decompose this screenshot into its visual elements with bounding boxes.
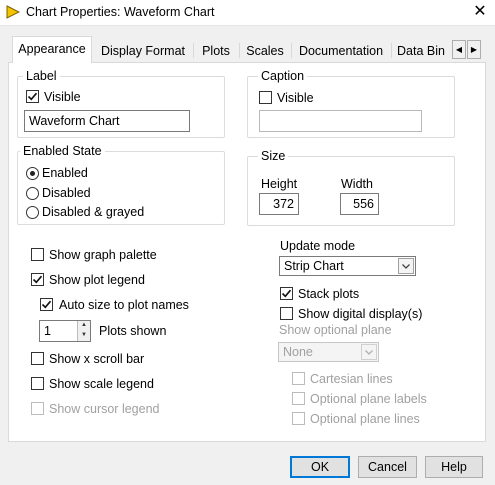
tab-plots[interactable]: Plots — [196, 39, 236, 62]
show-digital-display-label: Show digital display(s) — [298, 307, 423, 321]
stack-plots-label: Stack plots — [298, 287, 360, 301]
stack-plots-checkbox[interactable] — [280, 287, 293, 300]
height-label: Height — [261, 177, 298, 191]
help-button[interactable]: Help — [425, 456, 483, 478]
tab-scroll-right-icon[interactable]: ▶ — [467, 40, 481, 59]
optional-plane-labels-label: Optional plane labels — [310, 392, 427, 406]
disabled-radio-label: Disabled — [42, 186, 91, 200]
label-visible-label: Visible — [44, 90, 81, 104]
show-cursor-legend-checkbox — [31, 402, 44, 415]
plots-shown-stepper[interactable]: 1 ▲ ▼ — [39, 320, 91, 342]
tab-scales[interactable]: Scales — [242, 39, 288, 62]
caption-group-title: Caption — [258, 69, 308, 83]
ok-button[interactable]: OK — [290, 456, 350, 478]
caption-visible-checkbox[interactable] — [259, 91, 272, 104]
update-mode-select[interactable]: Strip Chart — [279, 256, 416, 276]
cancel-button[interactable]: Cancel — [358, 456, 417, 478]
enabled-radio-label: Enabled — [42, 166, 88, 180]
show-scale-legend-label: Show scale legend — [49, 377, 154, 391]
title-bar: Chart Properties: Waveform Chart ✕ — [0, 0, 495, 26]
tab-divider — [391, 43, 392, 58]
label-visible-checkbox[interactable] — [26, 90, 39, 103]
tab-documentation[interactable]: Documentation — [294, 39, 388, 62]
disabled-grayed-radio[interactable] — [26, 206, 39, 219]
checkmark-icon — [41, 300, 52, 309]
size-group — [247, 156, 455, 226]
enabled-radio[interactable] — [26, 167, 39, 180]
width-field[interactable]: 556 — [340, 193, 379, 215]
stepper-up-icon[interactable]: ▲ — [77, 321, 90, 331]
show-x-scroll-bar-label: Show x scroll bar — [49, 352, 145, 366]
checkmark-icon — [281, 289, 292, 298]
optional-plane-lines-checkbox — [292, 412, 305, 425]
plots-shown-label: Plots shown — [99, 324, 167, 338]
radio-dot-icon — [30, 171, 35, 176]
show-scale-legend-checkbox[interactable] — [31, 377, 44, 390]
auto-size-label: Auto size to plot names — [59, 298, 189, 312]
size-group-title: Size — [258, 149, 289, 163]
window-title: Chart Properties: Waveform Chart — [26, 5, 215, 19]
disabled-grayed-radio-label: Disabled & grayed — [42, 205, 145, 219]
show-plot-legend-label: Show plot legend — [49, 273, 145, 287]
show-cursor-legend-label: Show cursor legend — [49, 402, 160, 416]
height-field[interactable]: 372 — [259, 193, 299, 215]
stepper-down-icon[interactable]: ▼ — [77, 331, 90, 341]
labview-triangle-icon — [6, 5, 20, 19]
show-digital-display-checkbox[interactable] — [280, 307, 293, 320]
optional-plane-value: None — [283, 345, 313, 359]
cartesian-lines-label: Cartesian lines — [310, 372, 393, 386]
tab-display-format[interactable]: Display Format — [96, 39, 190, 62]
update-mode-value: Strip Chart — [284, 259, 344, 273]
tab-appearance[interactable]: Appearance — [12, 36, 92, 63]
label-text-field[interactable]: Waveform Chart — [24, 110, 190, 132]
show-plot-legend-checkbox[interactable] — [31, 273, 44, 286]
show-x-scroll-bar-checkbox[interactable] — [31, 352, 44, 365]
tab-divider — [193, 43, 194, 58]
close-icon[interactable]: ✕ — [472, 3, 488, 21]
show-graph-palette-label: Show graph palette — [49, 248, 157, 262]
caption-text-field[interactable] — [259, 110, 422, 132]
optional-plane-lines-label: Optional plane lines — [310, 412, 420, 426]
cartesian-lines-checkbox — [292, 372, 305, 385]
auto-size-checkbox[interactable] — [40, 298, 53, 311]
optional-plane-label: Show optional plane — [279, 323, 392, 337]
disabled-radio[interactable] — [26, 187, 39, 200]
enabled-state-title: Enabled State — [20, 144, 105, 158]
label-group-title: Label — [23, 69, 60, 83]
chevron-down-icon — [361, 344, 377, 360]
checkmark-icon — [27, 92, 38, 101]
plots-shown-value: 1 — [44, 324, 51, 338]
optional-plane-labels-checkbox — [292, 392, 305, 405]
optional-plane-select: None — [278, 342, 379, 362]
width-label: Width — [341, 177, 373, 191]
tab-scroll-left-icon[interactable]: ◀ — [452, 40, 466, 59]
caption-visible-label: Visible — [277, 91, 314, 105]
tab-divider — [239, 43, 240, 58]
chevron-down-icon[interactable] — [398, 258, 414, 274]
show-graph-palette-checkbox[interactable] — [31, 248, 44, 261]
tab-data-binding[interactable]: Data Bin — [396, 39, 452, 62]
checkmark-icon — [32, 275, 43, 284]
update-mode-label: Update mode — [280, 239, 356, 253]
tab-divider — [291, 43, 292, 58]
